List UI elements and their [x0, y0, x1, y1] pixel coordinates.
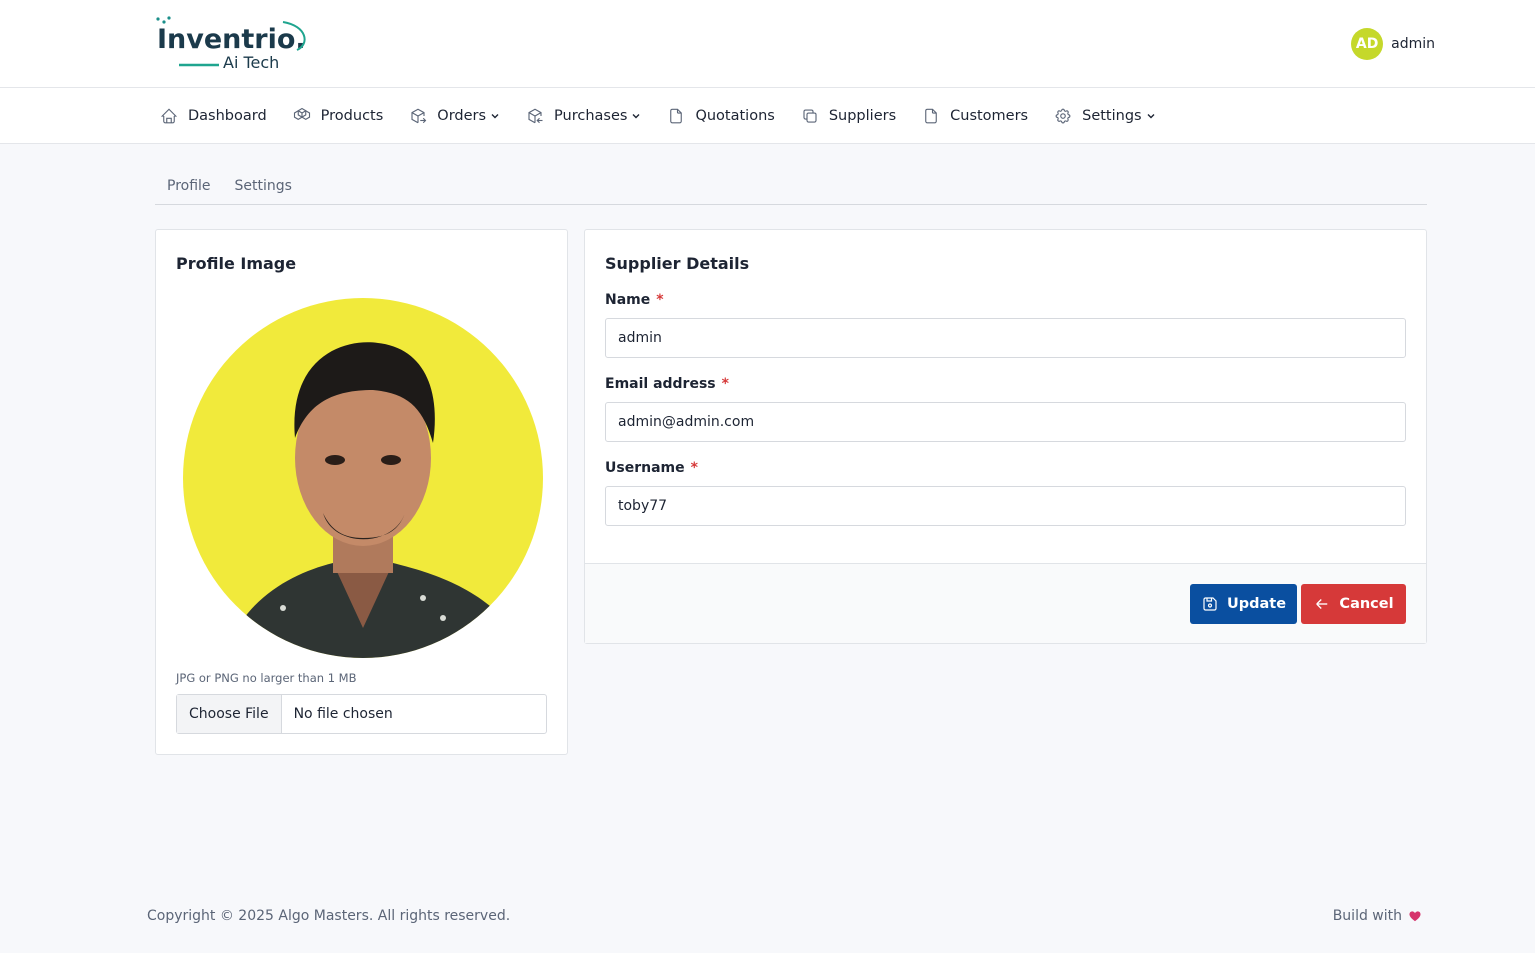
file-status: No file chosen: [293, 706, 393, 722]
user-name[interactable]: admin: [1391, 36, 1435, 52]
email-label-text: Email address: [605, 376, 716, 392]
main-nav: Dashboard Products Orders Purchases Quot…: [0, 88, 1535, 144]
nav-purchases[interactable]: Purchases: [526, 107, 641, 125]
package-export-icon: [411, 108, 427, 124]
home-icon: [160, 108, 178, 124]
nav-settings-label: Settings: [1082, 108, 1142, 124]
supplier-details-title: Supplier Details: [605, 254, 750, 273]
name-label: Name *: [605, 292, 664, 308]
tab-profile[interactable]: Profile: [155, 172, 223, 204]
arrow-left-icon: [1316, 599, 1328, 609]
nav-suppliers-label: Suppliers: [828, 108, 897, 124]
choose-file-button[interactable]: Choose File: [177, 695, 282, 733]
nav-products[interactable]: Products: [293, 107, 384, 125]
profile-image-file-input[interactable]: Choose File No file chosen: [176, 694, 547, 734]
nav-products-label: Products: [320, 108, 384, 124]
username-label-text: Username: [605, 460, 685, 476]
packages-icon: [293, 107, 310, 121]
profile-image-card: Profile Image JPG or PNG no larger than …: [155, 229, 568, 755]
nav-quotations[interactable]: Quotations: [667, 107, 775, 125]
file-icon: [670, 108, 683, 124]
nav-dashboard-label: Dashboard: [188, 108, 267, 124]
nav-customers[interactable]: Customers: [922, 107, 1028, 125]
profile-tabs: Profile Settings: [155, 172, 1427, 205]
brand-logo[interactable]: Inventrio. Ai Tech: [155, 16, 310, 72]
profile-image-title: Profile Image: [176, 254, 297, 273]
name-label-text: Name: [605, 292, 651, 308]
chevron-down-icon: [1147, 114, 1155, 119]
cancel-button[interactable]: Cancel: [1301, 584, 1406, 624]
cancel-button-label: Cancel: [1339, 596, 1394, 612]
name-field[interactable]: admin: [605, 318, 1406, 358]
profile-photo-image: [183, 298, 543, 658]
copy-icon: [803, 109, 817, 123]
username-label: Username *: [605, 460, 698, 476]
avatar[interactable]: AD: [1351, 28, 1384, 60]
tab-settings[interactable]: Settings: [223, 172, 304, 204]
required-marker: *: [721, 376, 729, 392]
nav-quotations-label: Quotations: [695, 108, 775, 124]
nav-dashboard[interactable]: Dashboard: [160, 107, 267, 125]
package-import-icon: [528, 108, 543, 124]
profile-photo: [183, 298, 543, 658]
card-footer: Update Cancel: [585, 563, 1426, 643]
build-with: Build with: [1333, 908, 1422, 924]
chevron-down-icon: [632, 114, 640, 119]
inventrio-logo-icon: Inventrio. Ai Tech: [156, 16, 306, 72]
required-marker: *: [656, 292, 664, 308]
nav-orders[interactable]: Orders: [409, 107, 500, 125]
heart-icon: [1409, 911, 1421, 922]
chevron-down-icon: [491, 114, 499, 119]
svg-text:Ai Tech: Ai Tech: [223, 53, 279, 72]
nav-orders-label: Orders: [437, 108, 487, 124]
device-floppy-icon: [1203, 597, 1217, 611]
update-button[interactable]: Update: [1190, 584, 1297, 624]
email-field[interactable]: admin@admin.com: [605, 402, 1406, 442]
supplier-details-card: Supplier Details Name * admin Email addre…: [584, 229, 1427, 644]
top-bar: Inventrio. Ai Tech AD admin: [0, 0, 1535, 88]
copyright-text: Copyright © 2025 Algo Masters. All right…: [147, 908, 511, 924]
username-field[interactable]: toby77: [605, 486, 1406, 526]
user-menu[interactable]: AD admin: [1351, 28, 1435, 60]
nav-customers-label: Customers: [950, 108, 1029, 124]
build-with-text: Build with: [1332, 908, 1402, 924]
file-icon: [925, 108, 937, 124]
required-marker: *: [690, 460, 698, 476]
file-size-hint: JPG or PNG no larger than 1 MB: [176, 671, 357, 685]
nav-settings[interactable]: Settings: [1054, 107, 1155, 125]
nav-suppliers[interactable]: Suppliers: [801, 107, 896, 125]
email-label: Email address *: [605, 376, 729, 392]
gear-icon: [1055, 108, 1071, 124]
update-button-label: Update: [1226, 596, 1287, 612]
nav-purchases-label: Purchases: [554, 108, 628, 124]
svg-text:Inventrio.: Inventrio.: [157, 24, 306, 55]
